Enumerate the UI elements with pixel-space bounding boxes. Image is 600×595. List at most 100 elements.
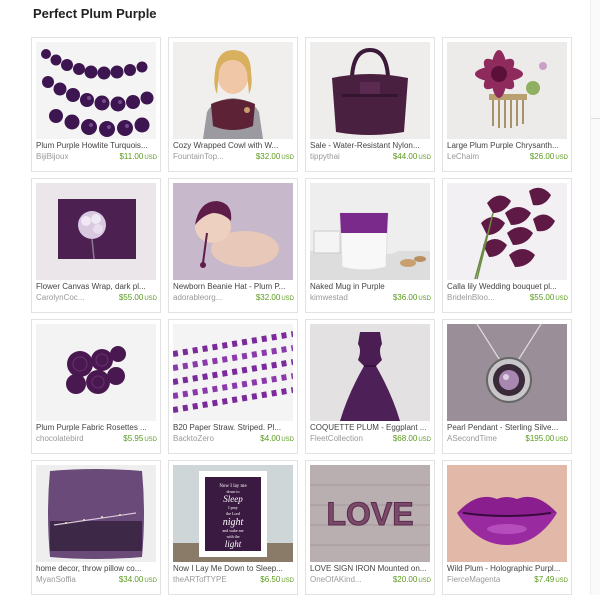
shop-name[interactable]: kimwestad [310,293,348,303]
product-thumbnail[interactable]: Now I lay me down to Sleep I pray the Lo… [173,465,293,562]
product-thumbnail[interactable] [310,324,430,421]
product-thumbnail[interactable]: LOVE [310,465,430,562]
print-text-line: light [225,539,242,549]
product-price: $195.00USD [525,434,568,445]
price-currency: USD [144,437,157,443]
product-thumbnail[interactable] [447,324,567,421]
shop-name[interactable]: chocolatebird [36,434,84,444]
product-thumbnail[interactable] [447,465,567,562]
price-currency: USD [144,578,157,584]
product-card[interactable]: Pearl Pendant - Sterling Silve... ASecon… [442,319,572,454]
price-amount: $20.00 [392,575,418,584]
product-title[interactable]: Naked Mug in Purple [310,282,431,292]
product-title[interactable]: Pearl Pendant - Sterling Silve... [447,423,568,433]
shop-name[interactable]: OneOfAKind... [310,575,362,585]
print-text-line: night [223,517,244,528]
price-amount: $7.49 [534,575,555,584]
product-price: $55.00USD [530,293,568,304]
product-card[interactable]: Naked Mug in Purple kimwestad $36.00USD [305,178,435,313]
right-panel-edge [590,0,600,595]
product-card[interactable]: Large Plum Purple Chrysanth... LeChaim $… [442,37,572,172]
product-title[interactable]: Cozy Wrapped Cowl with W... [173,141,294,151]
product-price: $55.00USD [119,293,157,304]
product-thumbnail[interactable] [310,42,430,139]
shop-name[interactable]: FierceMagenta [447,575,500,585]
product-title[interactable]: Now I Lay Me Down to Sleep... [173,564,294,574]
price-amount: $68.00 [392,434,418,443]
shop-name[interactable]: ASecondTime [447,434,497,444]
product-card[interactable]: home decor, throw pillow co... MyanSoffi… [31,460,161,595]
product-thumbnail[interactable] [36,42,156,139]
shop-name[interactable]: CarolynCoc... [36,293,84,303]
product-card[interactable]: Sale - Water-Resistant Nylon... tippytha… [305,37,435,172]
product-thumbnail[interactable] [447,42,567,139]
product-thumbnail[interactable] [173,42,293,139]
product-card[interactable]: Plum Purple Fabric Rosettes ... chocolat… [31,319,161,454]
product-title[interactable]: home decor, throw pillow co... [36,564,157,574]
product-card[interactable]: Plum Purple Howlite Turquois... BijiBijo… [31,37,161,172]
product-thumbnail[interactable] [36,465,156,562]
price-currency: USD [418,437,431,443]
shop-name[interactable]: FountainTop... [173,152,224,162]
price-currency: USD [144,296,157,302]
product-price: $6.50USD [260,575,294,586]
price-currency: USD [418,578,431,584]
shop-name[interactable]: adorableorg... [173,293,222,303]
product-grid: Plum Purple Howlite Turquois... BijiBijo… [31,37,572,595]
product-title[interactable]: Wild Plum - Holographic Purpl... [447,564,568,574]
product-title[interactable]: Plum Purple Howlite Turquois... [36,141,157,151]
product-title[interactable]: Newborn Beanie Hat - Plum P... [173,282,294,292]
price-amount: $32.00 [255,152,281,161]
product-thumbnail[interactable] [36,324,156,421]
shop-name[interactable]: LeChaim [447,152,479,162]
product-title[interactable]: Calla lily Wedding bouquet pl... [447,282,568,292]
product-title[interactable]: B20 Paper Straw. Striped. Pl... [173,423,294,433]
print-text-line: Sleep [223,494,243,504]
shop-name[interactable]: BridelnBloo... [447,293,495,303]
shop-name[interactable]: FleetCollection [310,434,363,444]
product-price: $32.00USD [256,293,294,304]
shop-name[interactable]: theARTofTYPE [173,575,227,585]
print-text-line: and wake me [222,528,243,533]
price-amount: $26.00 [529,152,555,161]
product-price: $34.00USD [119,575,157,586]
shop-name[interactable]: BacktoZero [173,434,214,444]
divider [591,118,600,119]
product-card[interactable]: B20 Paper Straw. Striped. Pl... BacktoZe… [168,319,298,454]
print-text-line: the Lord [226,511,240,516]
product-title[interactable]: LOVE SIGN IRON Mounted on... [310,564,431,574]
product-title[interactable]: Large Plum Purple Chrysanth... [447,141,568,151]
shop-name[interactable]: MyanSoffia [36,575,76,585]
product-thumbnail[interactable] [173,183,293,280]
product-card[interactable]: COQUETTE PLUM - Eggplant ... FleetCollec… [305,319,435,454]
product-thumbnail[interactable] [310,183,430,280]
price-currency: USD [555,155,568,161]
product-card[interactable]: Cozy Wrapped Cowl with W... FountainTop.… [168,37,298,172]
price-amount: $34.00 [118,575,144,584]
product-price: $7.49USD [534,575,568,586]
product-card[interactable]: Wild Plum - Holographic Purpl... FierceM… [442,460,572,595]
product-title[interactable]: Sale - Water-Resistant Nylon... [310,141,431,151]
product-thumbnail[interactable] [447,183,567,280]
price-amount: $5.95 [123,434,144,443]
price-amount: $6.50 [260,575,281,584]
product-card[interactable]: Newborn Beanie Hat - Plum P... adorableo… [168,178,298,313]
shop-name[interactable]: tippythai [310,152,340,162]
price-currency: USD [555,578,568,584]
price-currency: USD [281,578,294,584]
product-title[interactable]: COQUETTE PLUM - Eggplant ... [310,423,431,433]
price-amount: $195.00 [525,434,555,443]
product-title[interactable]: Flower Canvas Wrap, dark pl... [36,282,157,292]
product-card[interactable]: Calla lily Wedding bouquet pl... Brideln… [442,178,572,313]
product-card[interactable]: Flower Canvas Wrap, dark pl... CarolynCo… [31,178,161,313]
product-thumbnail[interactable] [36,183,156,280]
product-card[interactable]: Now I lay me down to Sleep I pray the Lo… [168,460,298,595]
product-price: $5.95USD [123,434,157,445]
price-amount: $4.00 [260,434,281,443]
product-card[interactable]: LOVE LOVE SIGN IRON Mounted on... OneOfA… [305,460,435,595]
product-thumbnail[interactable] [173,324,293,421]
product-title[interactable]: Plum Purple Fabric Rosettes ... [36,423,157,433]
product-price: $32.00USD [256,152,294,163]
shop-name[interactable]: BijiBijoux [36,152,68,162]
product-price: $11.00USD [119,152,157,163]
